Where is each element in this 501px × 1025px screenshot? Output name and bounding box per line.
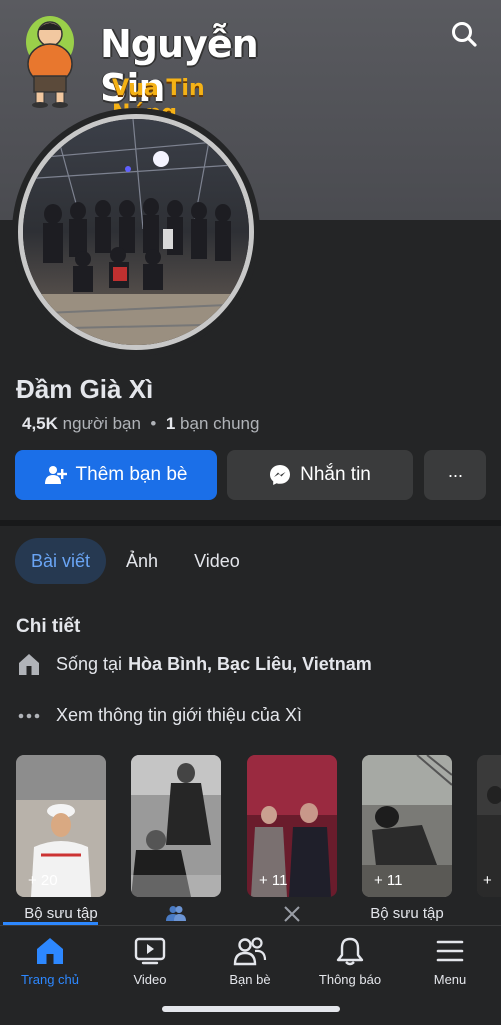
add-friend-label: Thêm bạn bè (75, 464, 188, 485)
collection-card[interactable] (131, 755, 221, 897)
search-icon (452, 22, 477, 47)
avatar[interactable] (18, 114, 254, 350)
tab-posts[interactable]: Bài viết (15, 538, 107, 584)
bell-icon (336, 937, 364, 966)
friends-stats[interactable]: 4,5K người bạn • 1 bạn chung (22, 414, 259, 434)
people-icon (166, 906, 186, 921)
see-intro-row[interactable]: Xem thông tin giới thiệu của Xì (16, 705, 302, 726)
mutual-count: 1 (165, 414, 176, 433)
collection-count: + 20 (28, 872, 58, 889)
nav-menu-label: Menu (433, 972, 467, 987)
lives-prefix: Sống tại (56, 653, 123, 674)
collection-label: Bộ sưu tập (24, 905, 98, 922)
home-indicator[interactable] (162, 1006, 340, 1012)
profile-tabs: Bài viết Ảnh Video (15, 538, 260, 584)
nav-friends-label: Bạn bè (229, 972, 271, 987)
profile-name: Đầm Già Xì (16, 374, 154, 404)
section-divider (0, 520, 501, 526)
nav-home-label: Trang chủ (20, 972, 80, 987)
home-icon (37, 938, 63, 964)
swords-icon (284, 906, 300, 922)
tab-videos[interactable]: Video (178, 538, 256, 584)
collection-count: + (483, 872, 492, 889)
tab-photos[interactable]: Ảnh (110, 538, 174, 584)
message-label: Nhắn tin (300, 464, 371, 485)
collection-count: + 11 (259, 872, 288, 889)
nav-notifications[interactable]: Thông báo (300, 936, 400, 987)
nav-menu[interactable]: Menu (400, 936, 500, 987)
menu-icon (436, 940, 464, 962)
channel-logo: Nguyễn Sin Vua Tin Nóng (12, 8, 272, 126)
add-friend-icon (44, 466, 67, 484)
collection-thumbnail (131, 755, 221, 897)
featured-collections: + 20 + 11 + 11 + Bộ sưu tập Bộ sưu tập (0, 755, 501, 925)
home-location-icon (19, 654, 39, 675)
lives-place[interactable]: Hòa Bình, Bạc Liêu, Vietnam (128, 654, 372, 675)
nav-notifications-label: Thông báo (318, 972, 382, 987)
video-icon (134, 937, 166, 965)
collection-card[interactable]: + 11 (247, 755, 337, 897)
nav-home[interactable]: Trang chủ (0, 936, 100, 987)
profile-photo (23, 119, 249, 345)
collection-card[interactable]: + 20 (16, 755, 106, 897)
message-button[interactable]: Nhắn tin (227, 450, 413, 500)
collection-label: Bộ sưu tập (370, 905, 444, 922)
messenger-icon (270, 465, 291, 485)
more-dots-icon (16, 712, 42, 720)
collection-label-icon (237, 905, 347, 927)
search-button[interactable] (448, 18, 480, 50)
more-options-button[interactable]: ··· (424, 450, 486, 500)
details-title: Chi tiết (16, 616, 81, 637)
stats-separator: • (150, 414, 157, 433)
avatar-frame[interactable] (12, 108, 260, 356)
collection-label-icon (121, 905, 231, 925)
mascot-icon (26, 16, 74, 108)
lives-in-row: Sống tại Hòa Bình, Bạc Liêu, Vietnam (16, 652, 372, 676)
see-intro-label: Xem thông tin giới thiệu của Xì (56, 705, 302, 725)
collection-count: + 11 (374, 872, 403, 889)
collection-card[interactable]: + 11 (362, 755, 452, 897)
nav-friends[interactable]: Bạn bè (200, 936, 300, 987)
friends-label: người bạn (62, 414, 141, 433)
friends-count: 4,5K (22, 414, 58, 433)
friends-icon (233, 937, 267, 966)
nav-video-label: Video (133, 972, 167, 987)
nav-video[interactable]: Video (100, 936, 200, 987)
add-friend-button[interactable]: Thêm bạn bè (15, 450, 217, 500)
more-dots-icon: ··· (447, 464, 464, 485)
collection-card[interactable]: + (477, 755, 501, 897)
mutual-label: bạn chung (180, 414, 260, 433)
